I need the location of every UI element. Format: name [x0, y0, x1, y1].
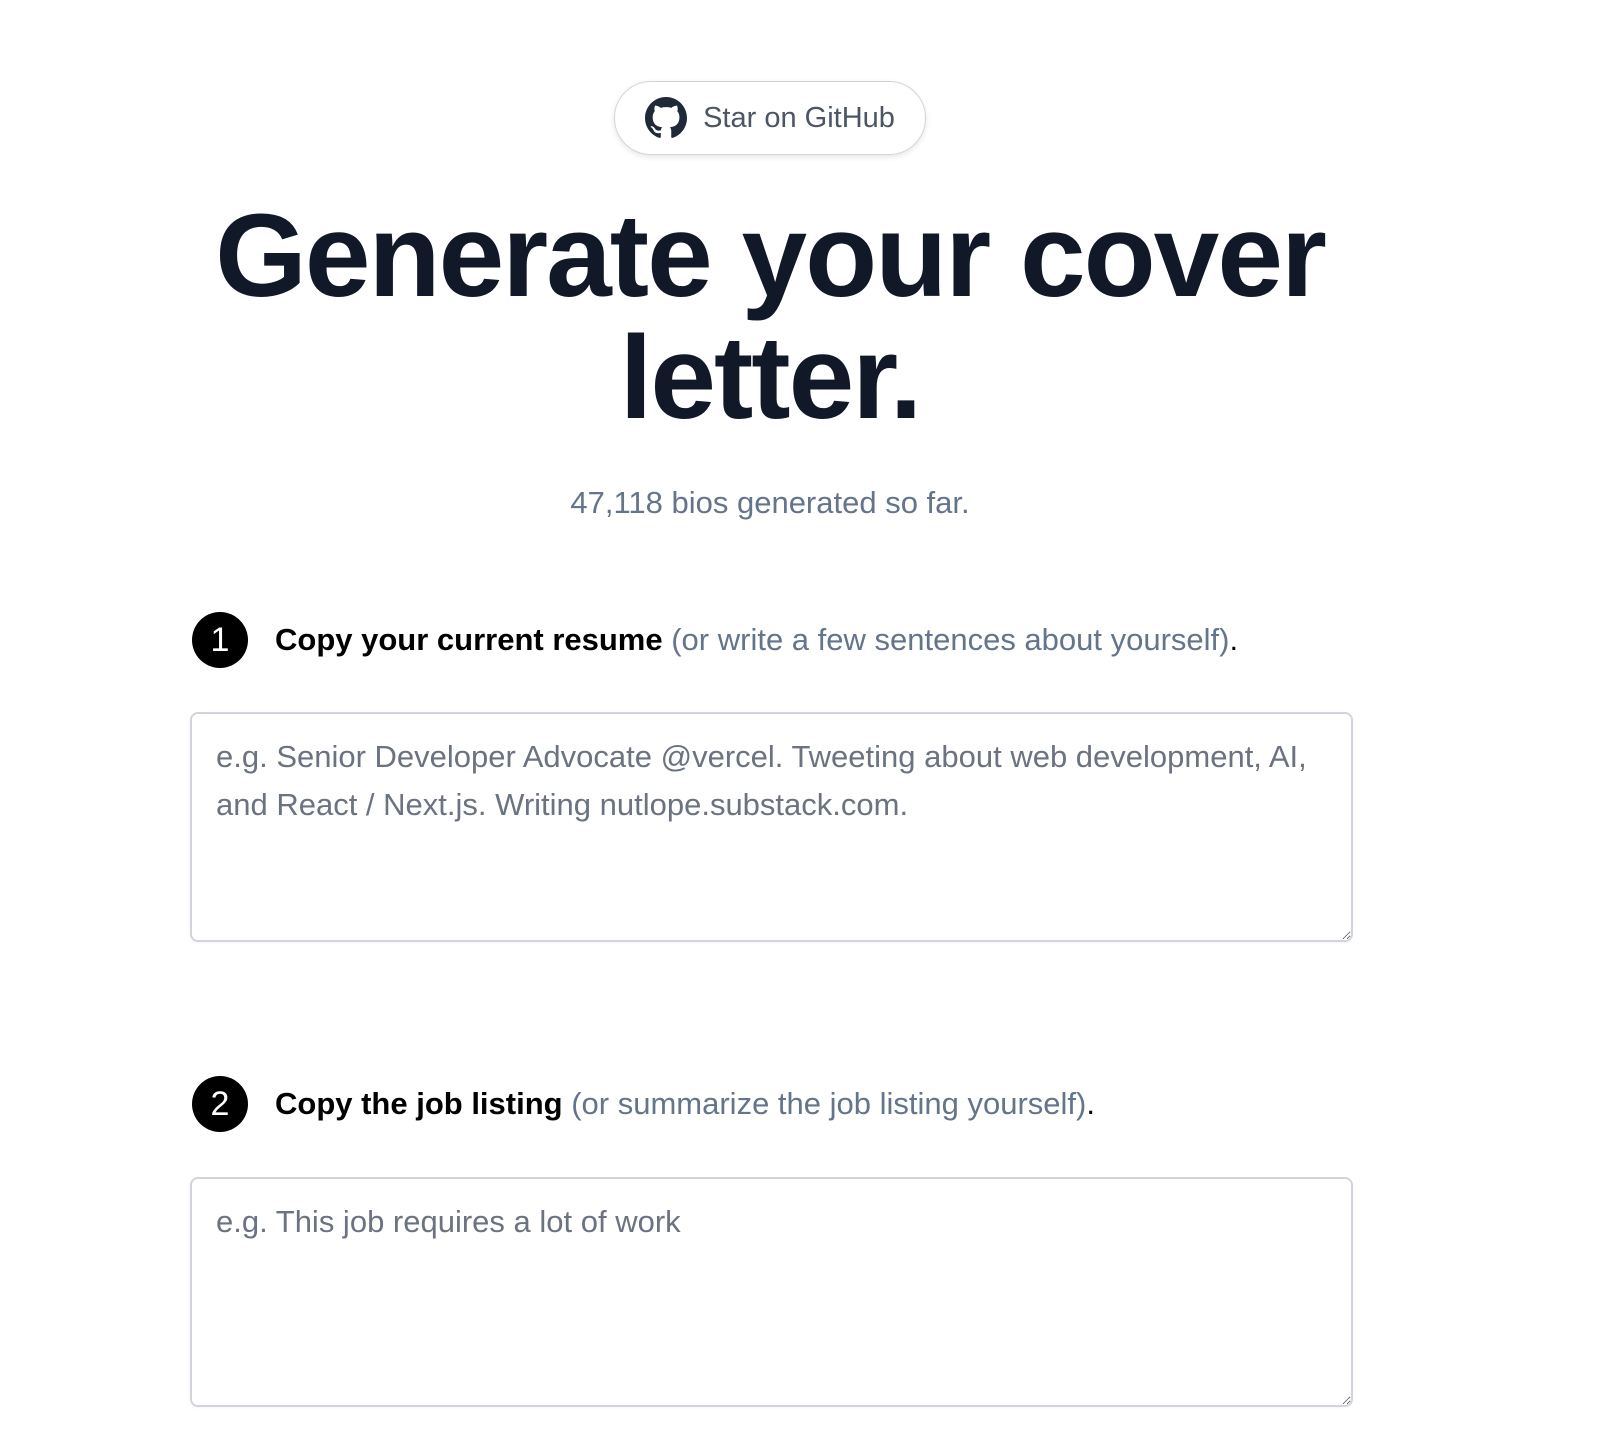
step-1-heading: 1 Copy your current resume (or write a f… [192, 612, 1238, 668]
page-title: Generate your cover letter. [215, 190, 1327, 444]
generated-count: 47,118 bios generated so far. [570, 485, 970, 520]
step-1-hint: (or write a few sentences about yourself… [671, 622, 1230, 657]
resume-input[interactable] [190, 712, 1353, 942]
step-1-badge: 1 [192, 612, 248, 668]
star-on-github-label: Star on GitHub [703, 101, 895, 134]
step-2-text: Copy the job listing (or summarize the j… [275, 1086, 1095, 1122]
star-on-github-button[interactable]: Star on GitHub [614, 81, 926, 155]
step-1-suffix: . [1229, 622, 1239, 657]
github-icon [645, 97, 688, 139]
step-2-badge: 2 [192, 1076, 248, 1132]
step-2-title: Copy the job listing [275, 1086, 563, 1121]
job-listing-input[interactable] [190, 1177, 1353, 1407]
step-2-suffix: . [1086, 1086, 1095, 1121]
step-1-text: Copy your current resume (or write a few… [275, 622, 1238, 658]
step-1-title: Copy your current resume [275, 622, 663, 657]
step-2-heading: 2 Copy the job listing (or summarize the… [192, 1076, 1095, 1132]
step-2-hint: (or summarize the job listing yourself) [571, 1086, 1087, 1121]
